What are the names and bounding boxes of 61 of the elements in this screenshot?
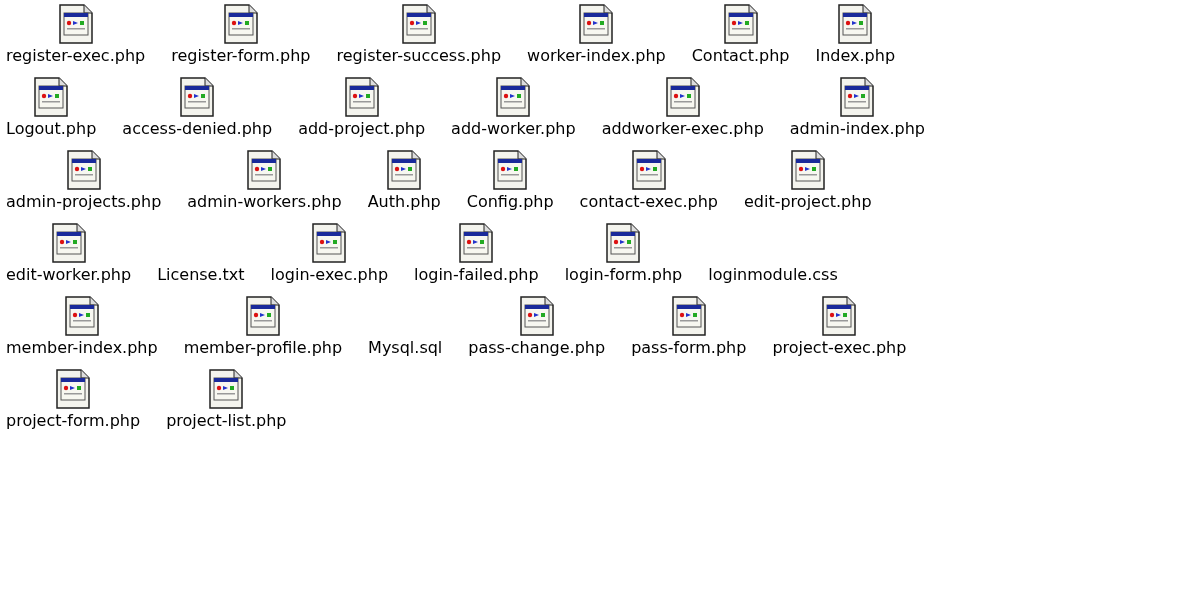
- file-name[interactable]: Config.php: [466, 193, 554, 211]
- script-file-icon[interactable]: [493, 150, 528, 190]
- script-file-icon[interactable]: [838, 4, 873, 44]
- script-file-icon[interactable]: [387, 150, 422, 190]
- file-name[interactable]: pass-form.php: [631, 339, 747, 357]
- script-file-icon[interactable]: [671, 296, 706, 336]
- file-name[interactable]: project-form.php: [6, 412, 141, 430]
- file-name[interactable]: login-exec.php: [270, 266, 389, 284]
- script-file-icon[interactable]: [58, 4, 93, 44]
- script-file-icon[interactable]: [209, 369, 244, 409]
- file-name[interactable]: addworker-exec.php: [601, 120, 764, 138]
- script-file-icon[interactable]: [34, 77, 69, 117]
- script-file-icon[interactable]: [64, 296, 99, 336]
- script-file-icon[interactable]: [631, 150, 666, 190]
- script-file-icon[interactable]: [66, 150, 101, 190]
- file-name[interactable]: add-project.php: [298, 120, 426, 138]
- file-name[interactable]: worker-index.php: [527, 47, 666, 65]
- script-file-icon[interactable]: [519, 296, 554, 336]
- file-name[interactable]: register-form.php: [171, 47, 311, 65]
- file-name[interactable]: loginmodule.css: [708, 266, 838, 284]
- script-file-icon[interactable]: [247, 150, 282, 190]
- file-name[interactable]: License.txt: [157, 266, 245, 284]
- script-file-icon[interactable]: [579, 4, 614, 44]
- script-file-icon[interactable]: [245, 296, 280, 336]
- file-name[interactable]: register-success.php: [336, 47, 502, 65]
- file-name[interactable]: Mysql.sql: [368, 339, 443, 357]
- file-name[interactable]: Auth.php: [367, 193, 441, 211]
- file-name[interactable]: Index.php: [815, 47, 896, 65]
- file-name[interactable]: pass-change.php: [468, 339, 606, 357]
- script-file-icon[interactable]: [822, 296, 857, 336]
- script-file-icon[interactable]: [606, 223, 641, 263]
- file-name[interactable]: edit-project.php: [743, 193, 872, 211]
- script-file-icon[interactable]: [56, 369, 91, 409]
- file-name[interactable]: project-exec.php: [772, 339, 907, 357]
- script-file-icon[interactable]: [840, 77, 875, 117]
- script-file-icon[interactable]: [401, 4, 436, 44]
- script-file-icon[interactable]: [459, 223, 494, 263]
- script-file-icon[interactable]: [312, 223, 347, 263]
- file-name[interactable]: admin-projects.php: [6, 193, 162, 211]
- file-name[interactable]: contact-exec.php: [579, 193, 718, 211]
- script-file-icon[interactable]: [790, 150, 825, 190]
- script-file-icon[interactable]: [223, 4, 258, 44]
- file-name[interactable]: register-exec.php: [6, 47, 146, 65]
- file-name[interactable]: admin-index.php: [789, 120, 925, 138]
- script-file-icon[interactable]: [496, 77, 531, 117]
- script-file-icon[interactable]: [51, 223, 86, 263]
- script-file-icon[interactable]: [723, 4, 758, 44]
- script-file-icon[interactable]: [344, 77, 379, 117]
- script-file-icon[interactable]: [180, 77, 215, 117]
- file-name[interactable]: project-list.php: [166, 412, 287, 430]
- file-name[interactable]: edit-worker.php: [6, 266, 132, 284]
- file-name[interactable]: Contact.php: [691, 47, 790, 65]
- file-name[interactable]: login-form.php: [564, 266, 683, 284]
- file-name[interactable]: admin-workers.php: [187, 193, 342, 211]
- script-file-icon[interactable]: [665, 77, 700, 117]
- file-name[interactable]: add-worker.php: [451, 120, 576, 138]
- file-name[interactable]: Logout.php: [6, 120, 97, 138]
- file-name[interactable]: login-failed.php: [414, 266, 539, 284]
- file-name[interactable]: member-profile.php: [183, 339, 343, 357]
- file-name[interactable]: access-denied.php: [122, 120, 273, 138]
- file-name[interactable]: member-index.php: [6, 339, 158, 357]
